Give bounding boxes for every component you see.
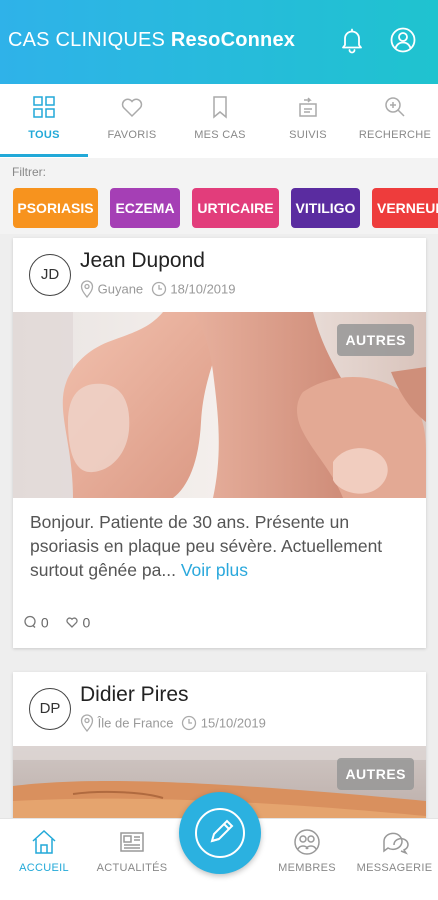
tab-label: SUIVIS <box>289 129 327 141</box>
author-name[interactable]: Didier Pires <box>80 683 189 707</box>
comment-icon[interactable] <box>23 615 37 629</box>
tab-label: TOUS <box>28 129 60 141</box>
clock-icon <box>151 281 166 297</box>
avatar[interactable]: DP <box>29 688 71 730</box>
like-icon[interactable] <box>65 615 79 629</box>
pencil-icon <box>195 808 245 858</box>
bookmark-icon <box>213 96 227 119</box>
category-badge: AUTRES <box>337 758 414 790</box>
author-name[interactable]: Jean Dupond <box>80 249 205 273</box>
nav-accueil[interactable]: ACCUEIL <box>0 819 88 900</box>
avatar[interactable]: JD <box>29 254 71 296</box>
like-count: 0 <box>82 614 91 631</box>
nav-label: ACCUEIL <box>19 862 69 874</box>
filter-label: Filtrer: <box>12 165 46 179</box>
follow-icon <box>299 97 317 117</box>
app-title-light: CAS CLINIQUES <box>8 29 166 51</box>
tab-tous[interactable]: TOUS <box>0 84 88 158</box>
filter-bar: Filtrer: PSORIASIS ECZEMA URTICAIRE VITI… <box>0 158 438 234</box>
tab-favoris[interactable]: FAVORIS <box>88 84 176 158</box>
read-more-link[interactable]: Voir plus <box>181 560 248 580</box>
case-card[interactable]: JD Jean Dupond Guyane 18/10/2019 AUTRES … <box>13 238 426 648</box>
members-icon <box>294 829 320 855</box>
app-header: CAS CLINIQUES ResoConnex <box>0 0 438 84</box>
tab-mes-cas[interactable]: MES CAS <box>176 84 264 158</box>
active-tab-indicator <box>0 154 88 157</box>
post-stats: 0 0 <box>23 613 90 630</box>
nav-label: ACTUALITÉS <box>96 862 168 874</box>
bell-icon[interactable] <box>338 26 366 54</box>
nav-membres[interactable]: MEMBRES <box>263 819 351 900</box>
tab-label: RECHERCHE <box>358 129 432 141</box>
chat-icon <box>382 832 409 855</box>
filter-chip-psoriasis[interactable]: PSORIASIS <box>13 188 98 228</box>
tab-suivis[interactable]: SUIVIS <box>264 84 352 158</box>
comment-count: 0 <box>40 614 49 631</box>
post-date: 18/10/2019 <box>170 281 236 297</box>
tab-label: MES CAS <box>194 129 246 141</box>
filter-chip-urticaire[interactable]: URTICAIRE <box>192 188 279 228</box>
post-meta: Île de France 15/10/2019 <box>80 714 266 733</box>
location-pin-icon <box>80 280 94 299</box>
filter-chip-verneuil[interactable]: VERNEUI <box>372 188 438 228</box>
post-location: Guyane <box>97 281 144 297</box>
category-tabs: TOUS FAVORIS MES CAS SUIVIS RECHERCHE <box>0 84 438 158</box>
nav-actualites[interactable]: ACTUALITÉS <box>88 819 176 900</box>
news-icon <box>120 832 144 852</box>
case-photo[interactable]: AUTRES <box>13 312 426 498</box>
search-icon <box>385 97 405 117</box>
post-location: Île de France <box>97 715 174 731</box>
clock-icon <box>181 715 197 731</box>
app-title: CAS CLINIQUES ResoConnex <box>8 29 295 52</box>
app-title-bold: ResoConnex <box>170 29 296 51</box>
filter-chip-vitiligo[interactable]: VITILIGO <box>291 188 360 228</box>
tab-label: FAVORIS <box>107 129 157 141</box>
home-icon <box>32 829 56 854</box>
heart-icon <box>121 98 143 118</box>
post-excerpt: Bonjour. Patiente de 30 ans. Présente un… <box>30 510 412 582</box>
user-icon[interactable] <box>389 26 417 54</box>
nav-label: MEMBRES <box>278 862 336 874</box>
location-pin-icon <box>80 714 94 733</box>
category-badge: AUTRES <box>337 324 414 356</box>
filter-chip-eczema[interactable]: ECZEMA <box>110 188 180 228</box>
grid-icon <box>33 96 55 118</box>
new-case-button[interactable] <box>179 792 261 874</box>
nav-label: MESSAGERIE <box>356 862 433 874</box>
post-meta: Guyane 18/10/2019 <box>80 280 236 299</box>
tab-recherche[interactable]: RECHERCHE <box>352 84 438 158</box>
post-date: 15/10/2019 <box>200 715 266 731</box>
nav-messagerie[interactable]: MESSAGERIE <box>351 819 438 900</box>
